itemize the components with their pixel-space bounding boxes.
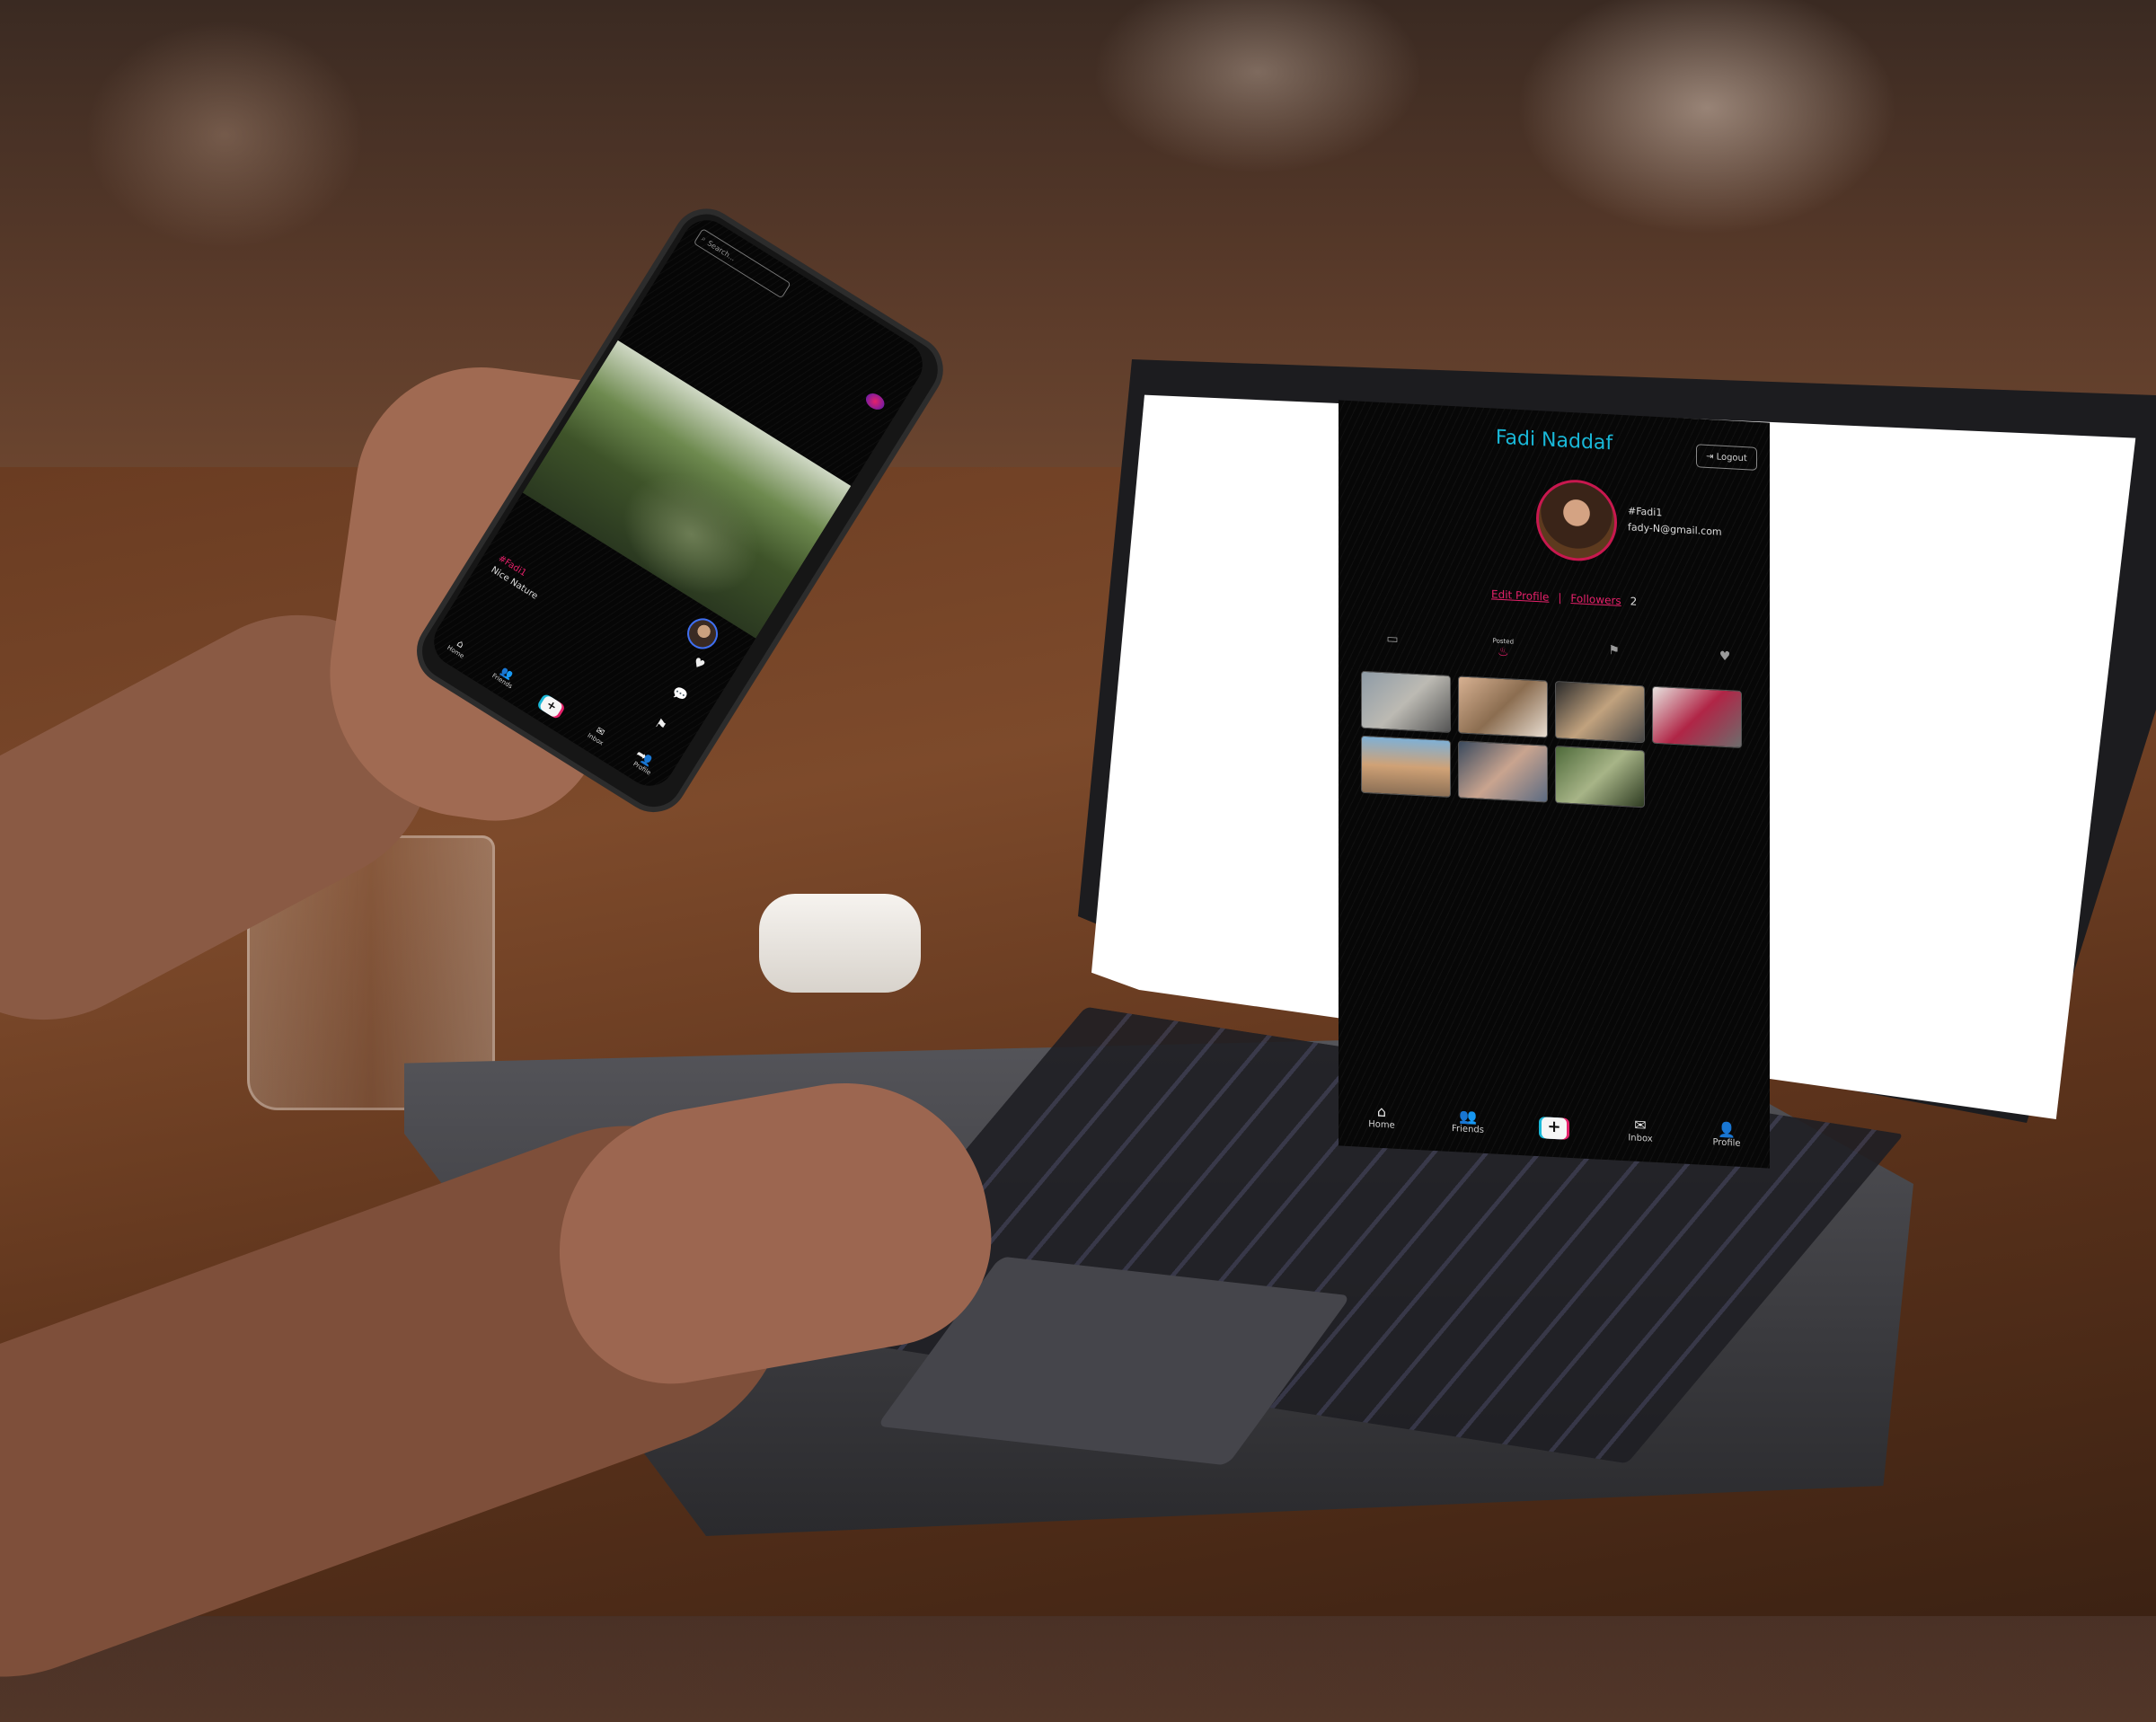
tab-liked[interactable]: ♥	[1702, 649, 1747, 673]
post-thumbnail[interactable]	[1555, 681, 1645, 744]
bookmark-icon[interactable]: ⚑	[652, 716, 669, 734]
friends-icon: 👥	[1459, 1107, 1477, 1126]
post-thumbnail[interactable]	[1361, 670, 1451, 733]
posts-grid	[1361, 670, 1756, 814]
nav-friends-label: Friends	[1452, 1124, 1484, 1135]
home-icon: ⌂	[1376, 1102, 1387, 1121]
heart-icon: ♥	[1719, 649, 1731, 665]
logout-button[interactable]: ⇥ Logout	[1696, 444, 1757, 471]
like-heart-icon[interactable]: ♥	[690, 655, 707, 673]
nav-friends[interactable]: 👥 Friends	[485, 658, 526, 693]
create-post-button[interactable]: +	[1542, 1117, 1567, 1140]
search-icon: ⌕	[700, 234, 708, 243]
search-placeholder: Search...	[706, 238, 738, 263]
tab-posted[interactable]: Posted ♨	[1480, 637, 1525, 661]
user-handle: #Fadi1	[1628, 505, 1663, 519]
heart-fire-icon: ♨	[1498, 644, 1509, 660]
nav-create[interactable]: +	[1527, 1116, 1581, 1140]
nav-inbox[interactable]: ✉ Inbox	[1613, 1115, 1667, 1144]
avatar[interactable]	[681, 613, 724, 655]
brand-logo	[862, 390, 888, 413]
tab-folder[interactable]: ▭	[1370, 631, 1415, 655]
link-separator: |	[1558, 591, 1562, 605]
nav-inbox-label: Inbox	[1628, 1133, 1653, 1144]
nav-profile-label: Profile	[1712, 1137, 1741, 1149]
tab-saved[interactable]: ⚑	[1592, 642, 1637, 667]
comment-icon[interactable]: 💬	[669, 684, 690, 705]
earbuds-case	[759, 894, 921, 993]
avatar	[1536, 477, 1617, 563]
post-thumbnail[interactable]	[1458, 676, 1548, 738]
logout-icon: ⇥	[1706, 451, 1714, 462]
post-thumbnail[interactable]	[1555, 746, 1645, 808]
nav-inbox[interactable]: ✉ Inbox	[579, 717, 619, 752]
user-email: fady-N@gmail.com	[1628, 521, 1722, 538]
nav-home[interactable]: ⌂ Home	[438, 630, 479, 665]
post-thumbnail[interactable]	[1458, 740, 1548, 803]
edit-profile-link[interactable]: Edit Profile	[1491, 587, 1549, 603]
nav-home-label: Home	[1368, 1119, 1395, 1131]
logout-label: Logout	[1716, 451, 1747, 464]
nav-profile[interactable]: 👤 Profile	[1700, 1119, 1754, 1149]
post-thumbnail[interactable]	[1361, 735, 1451, 798]
nav-home[interactable]: ⌂ Home	[1355, 1101, 1409, 1131]
inbox-icon: ✉	[1634, 1116, 1647, 1135]
folder-icon: ▭	[1386, 631, 1399, 647]
profile-links: Edit Profile | Followers 2	[1491, 587, 1637, 608]
bookmark-icon: ⚑	[1608, 643, 1620, 658]
bottom-nav: ⌂ Home 👥 Friends + ✉ Inbox 👤 Profile	[1339, 1100, 1770, 1150]
profile-icon: 👤	[1718, 1120, 1736, 1139]
nav-friends[interactable]: 👥 Friends	[1441, 1106, 1495, 1135]
followers-link[interactable]: Followers	[1570, 592, 1621, 607]
post-thumbnail[interactable]	[1652, 685, 1742, 748]
laptop-profile-app: Fadi Naddaf ⇥ Logout #Fadi1 fady-N@gmail…	[1339, 400, 1770, 1169]
followers-count: 2	[1630, 595, 1638, 608]
profile-tabs: ▭ Posted ♨ ⚑ ♥	[1370, 631, 1747, 672]
nav-create[interactable]: +	[532, 690, 570, 722]
create-post-button[interactable]: +	[538, 693, 564, 719]
